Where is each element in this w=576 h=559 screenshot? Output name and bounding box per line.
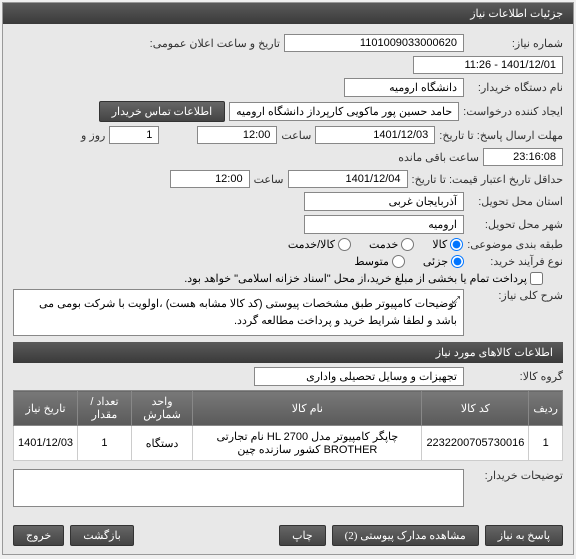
buyer-notes-box — [13, 469, 464, 507]
radio-kala-input[interactable] — [450, 238, 463, 251]
expand-icon[interactable]: ⤢ — [452, 293, 460, 308]
field-requester: حامد حسین پور ماکویی کارپرداز دانشگاه ار… — [229, 102, 459, 121]
attachments-button[interactable]: مشاهده مدارک پیوستی (2) — [332, 525, 479, 546]
radio-khedmat-input[interactable] — [401, 238, 414, 251]
cell-date: 1401/12/03 — [14, 426, 78, 461]
label-saat-2: ساعت — [254, 173, 284, 186]
radio-jozi-input[interactable] — [451, 255, 464, 268]
th-qty: تعداد / مقدار — [78, 391, 132, 426]
field-buyer: دانشگاه ارومیه — [344, 78, 464, 97]
cell-qty: 1 — [78, 426, 132, 461]
desc-box: ⤢ توضیحات کامپیوتر طبق مشخصات پیوستی (کد… — [13, 289, 464, 336]
field-group: تجهیزات و وسایل تحصیلی واداری — [254, 367, 464, 386]
checkbox-payment[interactable]: پرداخت تمام یا بخشی از مبلغ خرید،از محل … — [184, 272, 543, 285]
panel-header: جزئیات اطلاعات نیاز — [3, 3, 573, 24]
items-section-header: اطلاعات کالاهای مورد نیاز — [13, 342, 563, 363]
label-requester: ایجاد کننده درخواست: — [463, 105, 563, 118]
label-process: نوع فرآیند خرید: — [468, 255, 563, 268]
label-remaining: ساعت باقی مانده — [398, 151, 479, 164]
th-date: تاریخ نیاز — [14, 391, 78, 426]
label-resp-deadline: مهلت ارسال پاسخ: تا تاریخ: — [439, 129, 563, 142]
checkbox-payment-input[interactable] — [530, 272, 543, 285]
radio-kala[interactable]: کالا — [432, 238, 463, 251]
field-resp-date: 1401/12/03 — [315, 126, 435, 144]
label-city: شهر محل تحویل: — [468, 218, 563, 231]
label-buyer-notes: توضیحات خریدار: — [468, 469, 563, 482]
field-price-date: 1401/12/04 — [288, 170, 408, 188]
cell-name: چاپگر کامپیوتر مدل HL 2700 نام تجارتی BR… — [193, 426, 422, 461]
print-button[interactable]: چاپ — [279, 525, 326, 546]
field-public-dt: 1401/12/01 - 11:26 — [413, 56, 563, 74]
label-group: گروه کالا: — [468, 370, 563, 383]
contact-info-button[interactable]: اطلاعات تماس خریدار — [99, 101, 225, 122]
field-days: 1 — [109, 126, 159, 144]
th-row: ردیف — [529, 391, 563, 426]
th-name: نام کالا — [193, 391, 422, 426]
table-row[interactable]: 1 2232200705730016 چاپگر کامپیوتر مدل HL… — [14, 426, 563, 461]
radio-kala-khedmat-input[interactable] — [338, 238, 351, 251]
back-button[interactable]: بازگشت — [70, 525, 134, 546]
radio-motavasset-input[interactable] — [392, 255, 405, 268]
field-remain-time: 23:16:08 — [483, 148, 563, 166]
main-panel: جزئیات اطلاعات نیاز شماره نیاز: 11010090… — [2, 2, 574, 555]
radio-jozi[interactable]: جزئی — [423, 255, 464, 268]
table-header-row: ردیف کد کالا نام کالا واحد شمارش تعداد /… — [14, 391, 563, 426]
label-rooz: روز و — [81, 129, 105, 142]
cell-n: 1 — [529, 426, 563, 461]
items-table: ردیف کد کالا نام کالا واحد شمارش تعداد /… — [13, 390, 563, 461]
field-need-no: 1101009033000620 — [284, 34, 464, 52]
radio-khedmat[interactable]: خدمت — [369, 238, 414, 251]
cell-code: 2232200705730016 — [422, 426, 529, 461]
label-price-valid: حداقل تاریخ اعتبار قیمت: تا تاریخ: — [412, 173, 563, 186]
label-overall-desc: شرح کلی نیاز: — [468, 289, 563, 302]
label-saat-1: ساعت — [281, 129, 311, 142]
radio-kala-khedmat[interactable]: کالا/خدمت — [288, 238, 351, 251]
th-unit: واحد شمارش — [131, 391, 192, 426]
label-need-no: شماره نیاز: — [468, 37, 563, 50]
label-public-dt: تاریخ و ساعت اعلان عمومی: — [130, 37, 280, 50]
field-price-time: 12:00 — [170, 170, 250, 188]
radio-motavasset[interactable]: متوسط — [354, 255, 405, 268]
respond-button[interactable]: پاسخ به نیاز — [485, 525, 563, 546]
exit-button[interactable]: خروج — [13, 525, 64, 546]
field-resp-time: 12:00 — [197, 126, 277, 144]
label-categorize: طبقه بندی موضوعی: — [467, 238, 563, 251]
cell-unit: دستگاه — [131, 426, 192, 461]
field-province: آذربایجان غربی — [304, 192, 464, 211]
category-radio-group: کالا خدمت کالا/خدمت — [288, 238, 463, 251]
field-city: ارومیه — [304, 215, 464, 234]
desc-text: توضیحات کامپیوتر طبق مشخصات پیوستی (کد ک… — [39, 298, 457, 327]
footer-buttons: پاسخ به نیاز مشاهده مدارک پیوستی (2) چاپ… — [3, 517, 573, 554]
th-code: کد کالا — [422, 391, 529, 426]
label-province: استان محل تحویل: — [468, 195, 563, 208]
process-radio-group: جزئی متوسط — [354, 255, 464, 268]
label-buyer: نام دستگاه خریدار: — [468, 81, 563, 94]
